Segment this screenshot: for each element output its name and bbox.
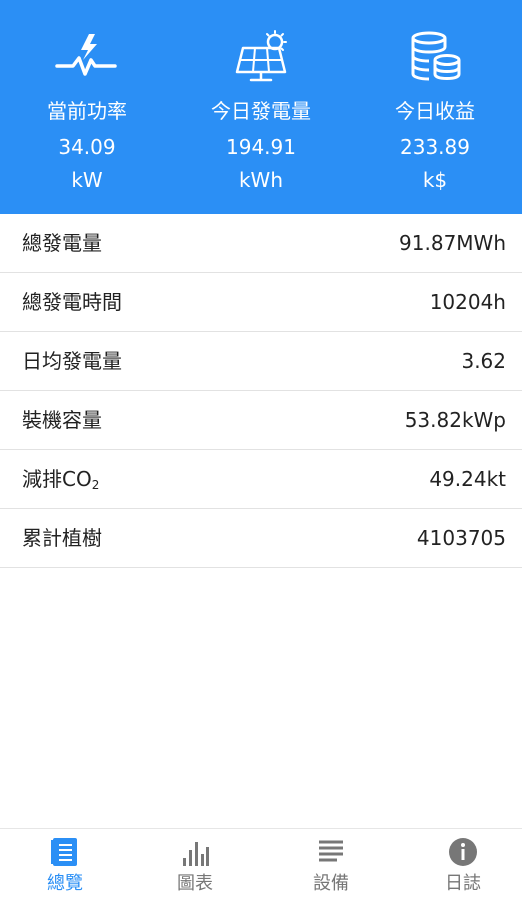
stat-label: 今日發電量 [211, 99, 311, 123]
stats-header: 當前功率 34.09 kW 今日發電量 194.91 kWh 今日收益 233.… [0, 0, 522, 214]
stat-unit: kW [71, 168, 103, 192]
bottom-tab-bar: 總覽 圖表 設備 日誌 [0, 828, 522, 901]
row-label: 總發電時間 [22, 290, 122, 314]
stat-value: 194.91 [226, 135, 296, 159]
today-income-stat: 今日收益 233.89 k$ [348, 0, 522, 214]
solar-panel-icon [229, 30, 293, 84]
stat-unit: kWh [238, 168, 284, 192]
tab-overview[interactable]: 總覽 [0, 829, 130, 901]
summary-list: 總發電量 91.87MWh 總發電時間 10204h 日均發電量 3.62 裝機… [0, 214, 522, 568]
power-pulse-icon [55, 30, 119, 84]
row-label: 日均發電量 [22, 349, 122, 373]
today-energy-stat: 今日發電量 194.91 kWh [174, 0, 348, 214]
tab-logs[interactable]: 日誌 [398, 829, 522, 901]
list-item: 總發電時間 10204h [0, 273, 522, 332]
tab-label: 日誌 [445, 873, 481, 894]
info-circle-icon [447, 836, 479, 868]
row-value: 3.62 [461, 349, 506, 373]
stat-value: 233.89 [400, 135, 470, 159]
row-label-text: 減排CO [22, 467, 92, 491]
stat-value: 34.09 [58, 135, 116, 159]
row-label: 累計植樹 [22, 526, 102, 550]
list-item: 減排CO2 49.24kt [0, 450, 522, 509]
list-item: 裝機容量 53.82kWp [0, 391, 522, 450]
tab-devices[interactable]: 設備 [266, 829, 396, 901]
current-power-stat: 當前功率 34.09 kW [0, 0, 174, 214]
subscript-two: 2 [91, 478, 100, 492]
overview-icon [49, 836, 81, 868]
list-item: 總發電量 91.87MWh [0, 214, 522, 273]
row-value: 53.82kWp [404, 408, 506, 432]
list-lines-icon [315, 836, 347, 868]
stat-label: 今日收益 [395, 99, 475, 123]
stat-unit: k$ [422, 168, 448, 192]
row-value: 91.87MWh [399, 231, 506, 255]
row-label: 裝機容量 [22, 408, 102, 432]
stat-label: 當前功率 [47, 99, 127, 123]
tab-label: 總覽 [47, 873, 83, 894]
list-item: 日均發電量 3.62 [0, 332, 522, 391]
tab-charts[interactable]: 圖表 [130, 829, 260, 901]
row-label: 總發電量 [22, 231, 102, 255]
row-label: 減排CO2 [22, 466, 99, 498]
coins-stack-icon [403, 30, 467, 84]
list-item: 累計植樹 4103705 [0, 509, 522, 568]
tab-label: 圖表 [177, 873, 213, 894]
row-value: 10204h [429, 290, 506, 314]
row-value: 49.24kt [429, 467, 506, 491]
bar-chart-icon [179, 836, 211, 868]
tab-label: 設備 [313, 873, 349, 894]
row-value: 4103705 [416, 526, 506, 550]
